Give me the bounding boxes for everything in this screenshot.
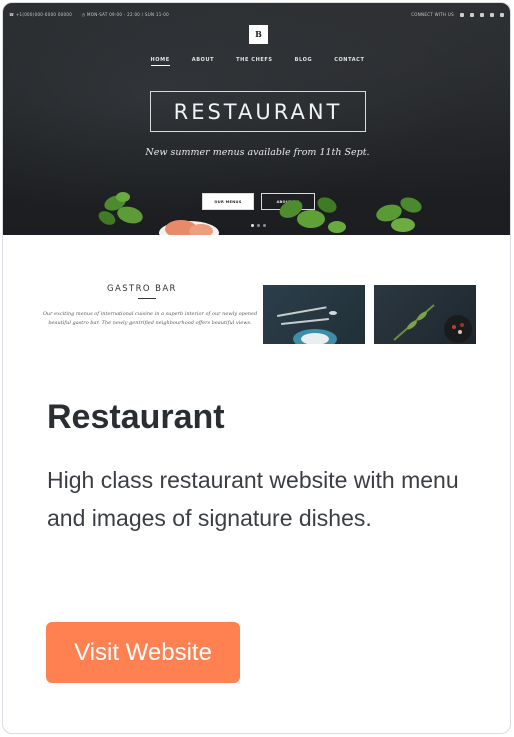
preview-thumb-table-setting xyxy=(263,285,365,344)
facebook-icon xyxy=(460,12,464,17)
basil-leaves-right-image xyxy=(376,197,422,232)
preview-hours: ◷ MON-SAT 09:00 - 22:00 / SUN 11-00 xyxy=(81,12,169,17)
template-card: ☎ +1(000)000-0000 00000 ◷ MON-SAT 09:00 … xyxy=(2,2,511,734)
pinterest-icon xyxy=(490,12,494,17)
preview-nav: HOME ABOUT THE CHEFS BLOG CONTACT xyxy=(3,57,510,66)
preview-gastro-title: GASTRO BAR xyxy=(107,284,177,294)
salmon-dish-image xyxy=(159,220,219,237)
card-description: High class restaurant website with menu … xyxy=(47,467,459,531)
card-title: Restaurant xyxy=(47,398,225,436)
preview-nav-item: BLOG xyxy=(294,57,313,63)
preview-gastro-divider xyxy=(138,298,156,299)
preview-tagline: New summer menus available from 11th Sep… xyxy=(145,147,370,158)
visit-website-button[interactable]: Visit Website xyxy=(46,622,240,683)
herb-sprig-image xyxy=(279,197,346,233)
preview-brand-frame: RESTAURANT xyxy=(150,91,366,132)
template-preview-hero: ☎ +1(000)000-0000 00000 ◷ MON-SAT 09:00 … xyxy=(3,3,510,237)
preview-phone: ☎ +1(000)000-0000 00000 xyxy=(9,12,73,17)
preview-nav-item: HOME xyxy=(150,57,170,66)
preview-nav-item: CONTACT xyxy=(334,57,365,63)
preview-topbar: ☎ +1(000)000-0000 00000 ◷ MON-SAT 09:00 … xyxy=(9,11,504,21)
preview-connect-label: CONNECT WITH US xyxy=(411,12,454,17)
preview-logo: B xyxy=(249,25,268,44)
preview-nav-item: ABOUT xyxy=(191,57,215,63)
preview-slider-dots xyxy=(251,224,266,227)
mail-icon xyxy=(500,12,504,17)
twitter-icon xyxy=(470,12,474,17)
preview-brand: RESTAURANT xyxy=(173,99,343,124)
instagram-icon xyxy=(480,12,484,17)
preview-nav-item: THE CHEFS xyxy=(236,57,273,63)
preview-thumb-spices xyxy=(374,285,476,344)
preview-gastro-text: Our exciting menus of international cuis… xyxy=(42,311,258,326)
preview-menus-button: OUR MENUS xyxy=(202,193,254,210)
basil-leaves-image xyxy=(98,192,143,225)
